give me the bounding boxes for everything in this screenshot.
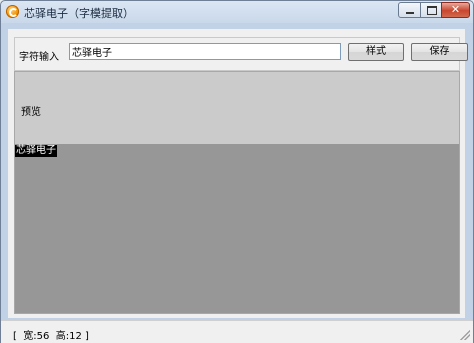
- status-bar: [ 宽:56 高:12 ]: [1, 320, 473, 343]
- app-window: 芯驿电子（字模提取） ✕ 字符输入 样式 保存 预览 芯驿电子 [ 宽:56 高…: [0, 0, 474, 343]
- preview-panel: 预览 芯驿电子: [14, 71, 460, 314]
- save-button[interactable]: 保存: [411, 43, 468, 61]
- input-toolbar: 字符输入 样式 保存: [14, 37, 468, 71]
- glyph-canvas: 芯驿电子: [15, 144, 459, 313]
- glyph-preview-text: 芯驿电子: [15, 145, 57, 157]
- char-input-field[interactable]: [69, 43, 341, 60]
- client-area: 字符输入 样式 保存 预览 芯驿电子: [8, 29, 468, 318]
- style-button[interactable]: 样式: [348, 43, 404, 61]
- preview-label: 预览: [21, 107, 41, 118]
- char-input-label: 字符输入: [19, 52, 59, 63]
- close-button[interactable]: ✕: [441, 2, 470, 18]
- app-logo-icon: [6, 5, 19, 18]
- window-title: 芯驿电子（字模提取）: [24, 7, 134, 20]
- maximize-button[interactable]: [420, 2, 442, 18]
- resize-grip-icon[interactable]: [460, 330, 470, 340]
- close-icon: ✕: [450, 3, 461, 16]
- status-dimensions: [ 宽:56 高:12 ]: [13, 331, 89, 342]
- title-bar[interactable]: 芯驿电子（字模提取） ✕: [1, 1, 473, 23]
- minimize-button[interactable]: [398, 2, 421, 18]
